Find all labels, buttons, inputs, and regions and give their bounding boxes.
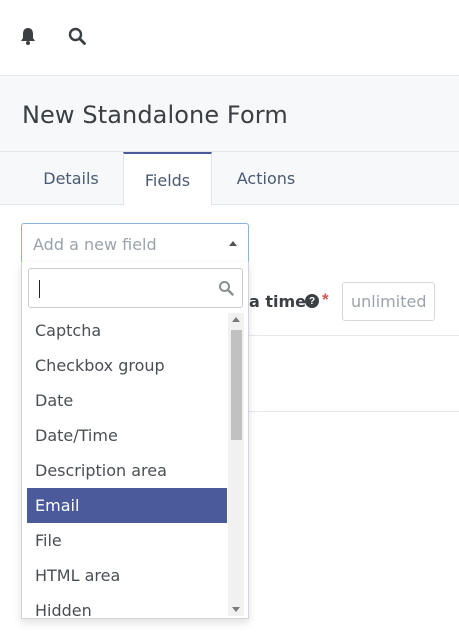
option-email[interactable]: Email [27,488,227,523]
scroll-down-arrow-icon[interactable] [232,607,240,612]
dropdown-scrollbar[interactable] [228,313,244,616]
tab-fields[interactable]: Fields [123,152,212,206]
field-type-dropdown: Captcha Checkbox group Date Date/Time De… [21,262,249,619]
field-label: a time [249,292,307,311]
option-date-time[interactable]: Date/Time [27,418,227,453]
dropdown-options: Captcha Checkbox group Date Date/Time De… [27,313,227,618]
option-hidden[interactable]: Hidden [27,593,227,618]
search-icon [218,280,234,296]
top-navbar [0,0,459,76]
caret-up-icon [229,241,237,246]
limit-input[interactable]: unlimited [342,282,435,321]
divider [249,411,459,412]
option-captcha[interactable]: Captcha [27,313,227,348]
add-field-placeholder: Add a new field [33,235,157,254]
tab-bar: Details Fields Actions [0,152,459,206]
scrollbar-thumb[interactable] [231,330,242,440]
option-date[interactable]: Date [27,383,227,418]
option-html-area[interactable]: HTML area [27,558,227,593]
option-checkbox-group[interactable]: Checkbox group [27,348,227,383]
question-circle-icon[interactable]: ? [305,294,319,308]
divider [249,335,459,336]
option-file[interactable]: File [27,523,227,558]
dropdown-search-input[interactable] [28,268,243,308]
required-marker: * [322,290,329,309]
text-cursor [39,280,40,298]
bell-icon[interactable] [17,25,39,47]
tab-details[interactable]: Details [20,152,122,205]
search-icon[interactable] [66,25,88,47]
tab-actions[interactable]: Actions [213,152,319,205]
page-title: New Standalone Form [22,101,288,129]
scroll-up-arrow-icon[interactable] [232,317,240,322]
add-field-select[interactable]: Add a new field [21,223,249,264]
option-description-area[interactable]: Description area [27,453,227,488]
